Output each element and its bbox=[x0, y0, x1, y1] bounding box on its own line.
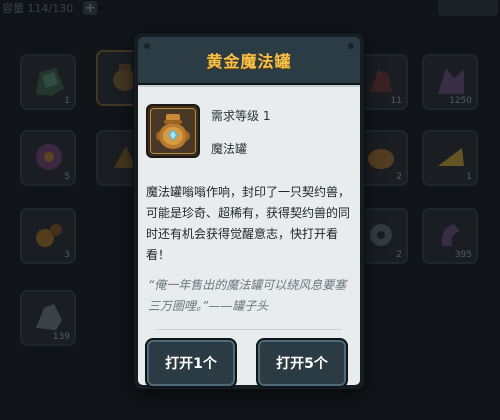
dialog-title: 黄金魔法罐 bbox=[206, 52, 292, 71]
dialog-header: 黄金魔法罐 bbox=[138, 37, 360, 85]
item-name: 魔法罐 bbox=[211, 142, 248, 156]
item-description: 魔法罐嗡嗡作响，封印了一只契约兽，可能是珍奇、超稀有，获得契约兽的同时还有机会获… bbox=[146, 185, 351, 262]
open-five-button[interactable]: 打开5个 bbox=[256, 338, 348, 388]
rivet-icon bbox=[348, 43, 354, 49]
golden-jar-icon bbox=[156, 114, 190, 149]
required-level: 需求等级 1 bbox=[211, 109, 271, 123]
dialog-content: 需求等级 1 魔法罐 魔法罐嗡嗡作响，封印了一只契约兽，可能是珍奇、超稀有，获得… bbox=[138, 85, 360, 388]
item-flavor-quote: “俺一年售出的魔法罐可以绕风息要塞三万圈哩。”——罐子头 bbox=[148, 278, 347, 313]
rivet-icon bbox=[144, 43, 150, 49]
divider bbox=[156, 329, 342, 330]
item-dialog: 黄金魔法罐 需求等级 1 魔法罐 魔法罐嗡嗡作响，封印了一只契约兽，可能是珍奇、… bbox=[134, 33, 364, 389]
item-icon-frame bbox=[146, 104, 200, 158]
open-one-button[interactable]: 打开1个 bbox=[145, 338, 237, 388]
